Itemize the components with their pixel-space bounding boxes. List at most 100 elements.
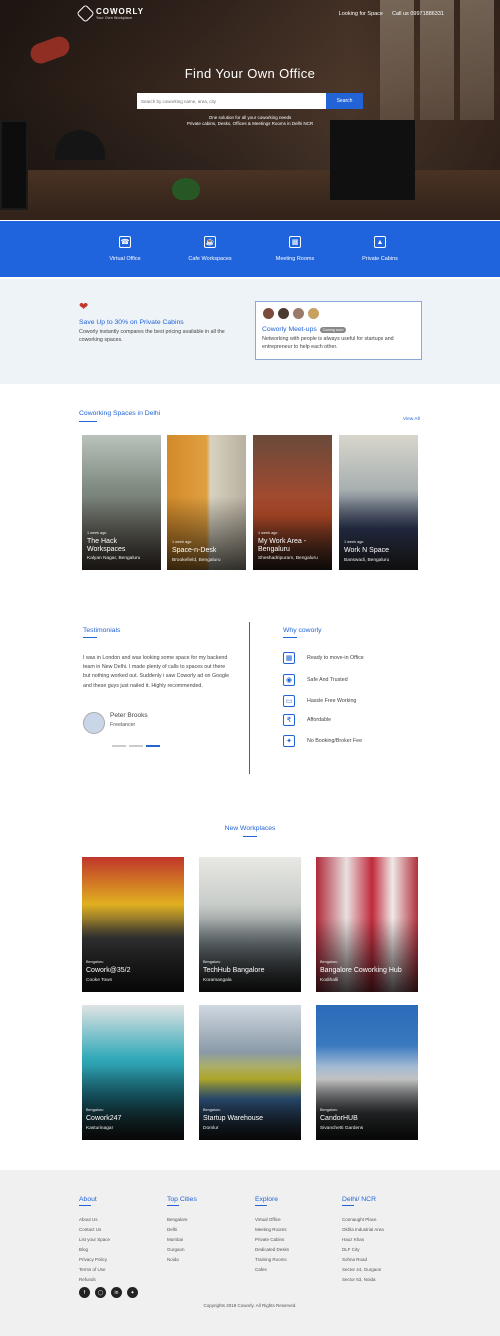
view-all-link[interactable]: View All bbox=[403, 417, 420, 422]
footer-link[interactable]: Dedicated Desks bbox=[255, 1245, 289, 1255]
footer-link[interactable]: Private Cabins bbox=[255, 1235, 289, 1245]
meetups-title-row: Coworly Meet-ups Coming soon bbox=[262, 326, 347, 333]
nav-call-us[interactable]: Call us 09971886331 bbox=[392, 11, 444, 17]
footer-link[interactable]: List your Space bbox=[79, 1235, 110, 1245]
footer-link[interactable]: Noida bbox=[167, 1255, 197, 1265]
why-item-label: Ready to move-in Office bbox=[307, 655, 364, 661]
footer-link[interactable]: Privacy Policy bbox=[79, 1255, 110, 1265]
footer: About About Us Contact Us List your Spac… bbox=[0, 1170, 500, 1336]
testimonial-name: Peter Brooks bbox=[110, 712, 148, 719]
brand-name: COWORLY bbox=[96, 6, 145, 16]
footer-link[interactable]: About Us bbox=[79, 1215, 110, 1225]
footer-link[interactable]: DLF City bbox=[342, 1245, 384, 1255]
coffee-cup-icon: ☕ bbox=[204, 236, 216, 248]
footer-link[interactable]: Hauz Khas bbox=[342, 1235, 384, 1245]
pager-dot[interactable] bbox=[112, 745, 126, 747]
brand-logo[interactable]: COWORLY Your Own Workplace bbox=[76, 4, 145, 23]
workplace-name: Cowork247 bbox=[86, 1115, 122, 1122]
pager-dot-active[interactable] bbox=[146, 745, 160, 747]
search-button[interactable]: Search bbox=[326, 93, 363, 109]
footer-link[interactable]: Terms of Use bbox=[79, 1265, 110, 1275]
spaces-title-underline bbox=[79, 421, 97, 422]
linkedin-icon[interactable]: in bbox=[111, 1287, 122, 1298]
why-item-label: Hassle Free Working bbox=[307, 698, 357, 704]
footer-link[interactable]: Contact Us bbox=[79, 1225, 110, 1235]
space-card[interactable]: 1 week ago Space-n-Desk Brookefield, Ben… bbox=[167, 435, 246, 570]
space-card[interactable]: 1 week ago The Hack Workspaces Kalyan Na… bbox=[82, 435, 161, 570]
workplace-city: Bengaluru bbox=[320, 960, 338, 964]
instagram-icon[interactable]: ◯ bbox=[95, 1287, 106, 1298]
coming-soon-badge: Coming soon bbox=[319, 326, 347, 333]
footer-link[interactable]: Sector 44, Gurgaon bbox=[342, 1265, 384, 1275]
space-name-line1: Work N Space bbox=[344, 547, 389, 554]
footer-link[interactable]: Gurgaon bbox=[167, 1245, 197, 1255]
spaces-title: Coworking Spaces in Delhi bbox=[79, 410, 161, 417]
workplace-city: Bengaluru bbox=[86, 1108, 104, 1112]
nav-looking-for-space[interactable]: Looking for Space bbox=[339, 11, 383, 17]
lock-icon: ◉ bbox=[283, 674, 295, 686]
workplace-card[interactable]: Bengaluru Cowork@35/2 Cooke Town bbox=[82, 857, 184, 992]
promo-title[interactable]: Save Up to 30% on Private Cabins bbox=[79, 319, 184, 326]
pager-dot[interactable] bbox=[129, 745, 143, 747]
brand-tagline: Your Own Workplace bbox=[96, 15, 133, 20]
footer-link[interactable]: Okhla Industrial Area bbox=[342, 1225, 384, 1235]
workplaces-title: New Workplaces bbox=[224, 825, 276, 832]
workplace-name: Bangalore Coworking Hub bbox=[320, 967, 402, 974]
workplace-name: Cowork@35/2 bbox=[86, 967, 131, 974]
testimonial-role: Freelancer bbox=[110, 722, 136, 728]
space-location: Banswadi, Bengaluru bbox=[344, 558, 390, 563]
why-item: ▭ Hassle Free Working bbox=[283, 695, 356, 707]
heart-icon: ❤ bbox=[79, 301, 89, 313]
space-location: Sheshadripuram, Bengaluru bbox=[258, 556, 318, 561]
footer-heading: Delhi/ NCR bbox=[342, 1196, 376, 1203]
facebook-icon[interactable]: f bbox=[79, 1287, 90, 1298]
category-label: Meeting Rooms bbox=[275, 256, 315, 262]
phone-icon: ☎ bbox=[119, 236, 131, 248]
category-cafe-workspaces[interactable]: ☕ Cafe Workspaces bbox=[185, 221, 235, 277]
search-input[interactable] bbox=[137, 93, 326, 109]
footer-heading-underline bbox=[79, 1205, 91, 1206]
why-item: ₹ Affordable bbox=[283, 714, 331, 726]
footer-link[interactable]: Virtual Office bbox=[255, 1215, 289, 1225]
footer-link[interactable]: Sector 63, Noida bbox=[342, 1275, 384, 1285]
space-posted: 1 week ago bbox=[87, 531, 107, 535]
category-private-cabins[interactable]: ▲ Private Cabins bbox=[355, 221, 405, 277]
category-virtual-office[interactable]: ☎ Virtual Office bbox=[100, 221, 150, 277]
space-posted: 1 week ago bbox=[344, 540, 364, 544]
footer-link[interactable]: Refunds bbox=[79, 1275, 110, 1285]
twitter-icon[interactable]: ✦ bbox=[127, 1287, 138, 1298]
category-meeting-rooms[interactable]: ▩ Meeting Rooms bbox=[270, 221, 320, 277]
workplace-card[interactable]: Bengaluru TechHub Bangalore Koramangala bbox=[199, 857, 301, 992]
hero-title: Find Your Own Office bbox=[184, 66, 316, 81]
workplace-location: Koramangala bbox=[203, 978, 232, 983]
chair-icon: ▲ bbox=[374, 236, 386, 248]
space-location: Brookefield, Bengaluru bbox=[172, 558, 221, 563]
meetups-card[interactable]: Coworly Meet-ups Coming soon Networking … bbox=[255, 301, 422, 360]
why-underline bbox=[283, 637, 297, 638]
workplace-card[interactable]: Bengaluru CandorHUB Sivanchetti Gardens bbox=[316, 1005, 418, 1140]
footer-link[interactable]: Meeting Rooms bbox=[255, 1225, 289, 1235]
footer-top-cities: Top Cities Bengalore Delhi Mumbai Gurgao… bbox=[167, 1196, 197, 1265]
workplace-location: Cooke Town bbox=[86, 978, 113, 983]
avatar bbox=[307, 307, 320, 320]
copyright: Copyrights 2018 Coworly. All Rights Rese… bbox=[203, 1303, 297, 1308]
workplace-location: Sivanchetti Gardens bbox=[320, 1126, 364, 1131]
footer-link[interactable]: Cafes bbox=[255, 1265, 289, 1275]
footer-heading: Top Cities bbox=[167, 1196, 197, 1203]
space-card[interactable]: 1 week ago Work N Space Banswadi, Bengal… bbox=[339, 435, 418, 570]
workplace-card[interactable]: Bengaluru Bangalore Coworking Hub Kodiha… bbox=[316, 857, 418, 992]
workplace-location: Kodihalli bbox=[320, 978, 339, 983]
footer-link[interactable]: Delhi bbox=[167, 1225, 197, 1235]
space-name-line2: Bengaluru bbox=[258, 546, 290, 553]
footer-link[interactable]: Sohna Road bbox=[342, 1255, 384, 1265]
workplace-card[interactable]: Bengaluru Cowork247 Kasturinagar bbox=[82, 1005, 184, 1140]
footer-link[interactable]: Mumbai bbox=[167, 1235, 197, 1245]
footer-link[interactable]: Bengalore bbox=[167, 1215, 197, 1225]
space-card[interactable]: 1 week ago My Work Area - Bengaluru Shes… bbox=[253, 435, 332, 570]
workplace-card[interactable]: Bengaluru Startup Warehouse Domlur bbox=[199, 1005, 301, 1140]
footer-link[interactable]: Training Rooms bbox=[255, 1255, 289, 1265]
footer-link[interactable]: Connaught Place bbox=[342, 1215, 384, 1225]
why-item: ◉ Safe And Trusted bbox=[283, 674, 348, 686]
laptop-icon: ▭ bbox=[283, 695, 295, 707]
footer-link[interactable]: Blog bbox=[79, 1245, 110, 1255]
